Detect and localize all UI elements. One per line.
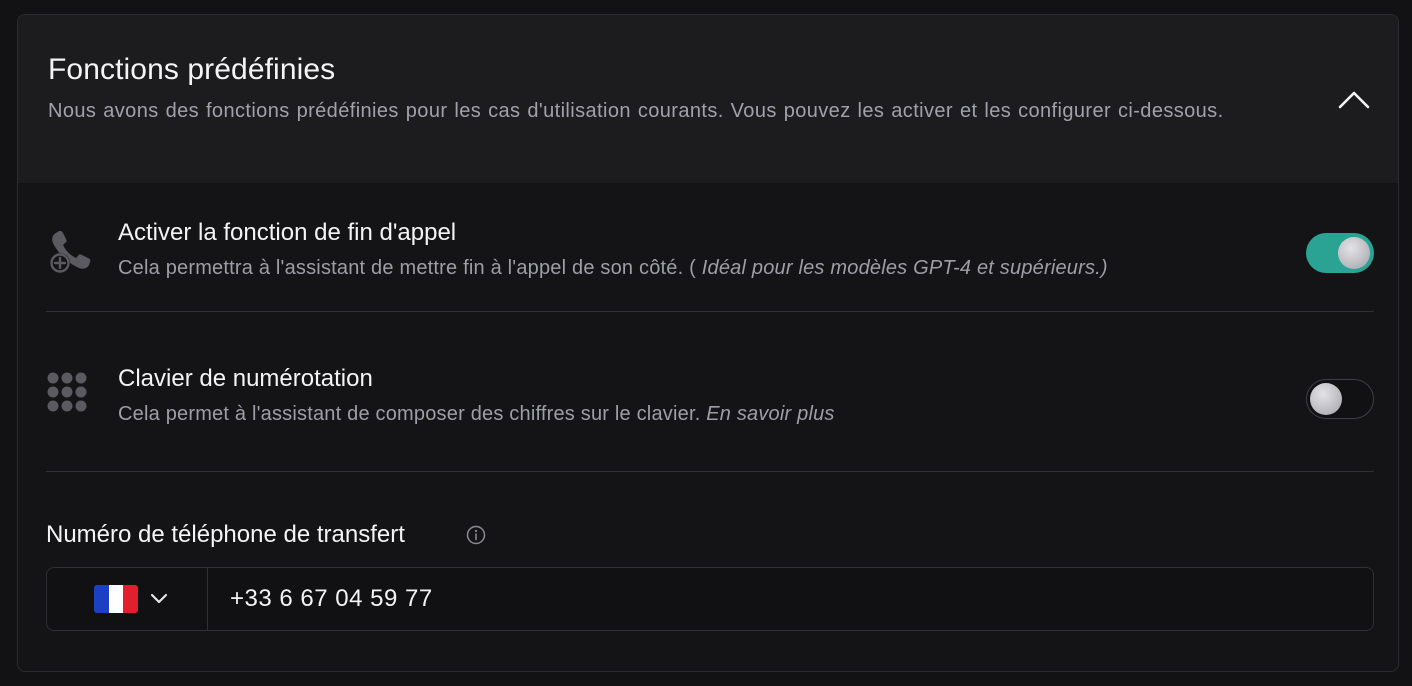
dialpad-toggle[interactable] [1306, 379, 1374, 419]
phone-end-call-icon [46, 229, 98, 282]
transfer-number-label: Numéro de téléphone de transfert [46, 521, 405, 548]
learn-more-link[interactable]: En savoir plus [706, 403, 834, 425]
collapse-button[interactable] [1336, 85, 1372, 115]
end-call-description-emphasis: Idéal pour les modèles GPT-4 et supérieu… [701, 257, 1108, 279]
function-row-end-call: Activer la fonction de fin d'appel Cela … [46, 211, 1374, 311]
toggle-knob [1338, 237, 1370, 269]
end-call-description-text: Cela permettra à l'assistant de mettre f… [118, 257, 702, 279]
chevron-up-icon [1338, 91, 1370, 109]
section-title: Fonctions prédéfinies [48, 53, 336, 86]
end-call-toggle[interactable] [1306, 233, 1374, 273]
panel-header[interactable]: Fonctions prédéfinies Nous avons des fon… [18, 15, 1398, 183]
dialpad-description: Cela permet à l'assistant de composer de… [118, 403, 835, 426]
country-code-select[interactable] [47, 568, 208, 630]
dialpad-icon [46, 371, 92, 420]
france-flag-icon [94, 585, 138, 613]
dialpad-description-text: Cela permet à l'assistant de composer de… [118, 403, 707, 425]
end-call-description: Cela permettra à l'assistant de mettre f… [118, 257, 1108, 280]
function-row-dialpad: Clavier de numérotation Cela permet à l'… [46, 357, 1374, 457]
phone-number-input[interactable] [208, 568, 1368, 630]
info-icon[interactable] [466, 525, 486, 545]
phone-number-field [46, 567, 1374, 631]
end-call-title: Activer la fonction de fin d'appel [118, 219, 457, 246]
divider [46, 471, 1374, 472]
predefined-functions-panel: Fonctions prédéfinies Nous avons des fon… [17, 14, 1399, 672]
divider [46, 311, 1374, 312]
section-description: Nous avons des fonctions prédéfinies pou… [48, 100, 1224, 122]
chevron-down-icon [150, 593, 168, 604]
dialpad-title: Clavier de numérotation [118, 365, 373, 392]
toggle-knob [1309, 382, 1342, 415]
